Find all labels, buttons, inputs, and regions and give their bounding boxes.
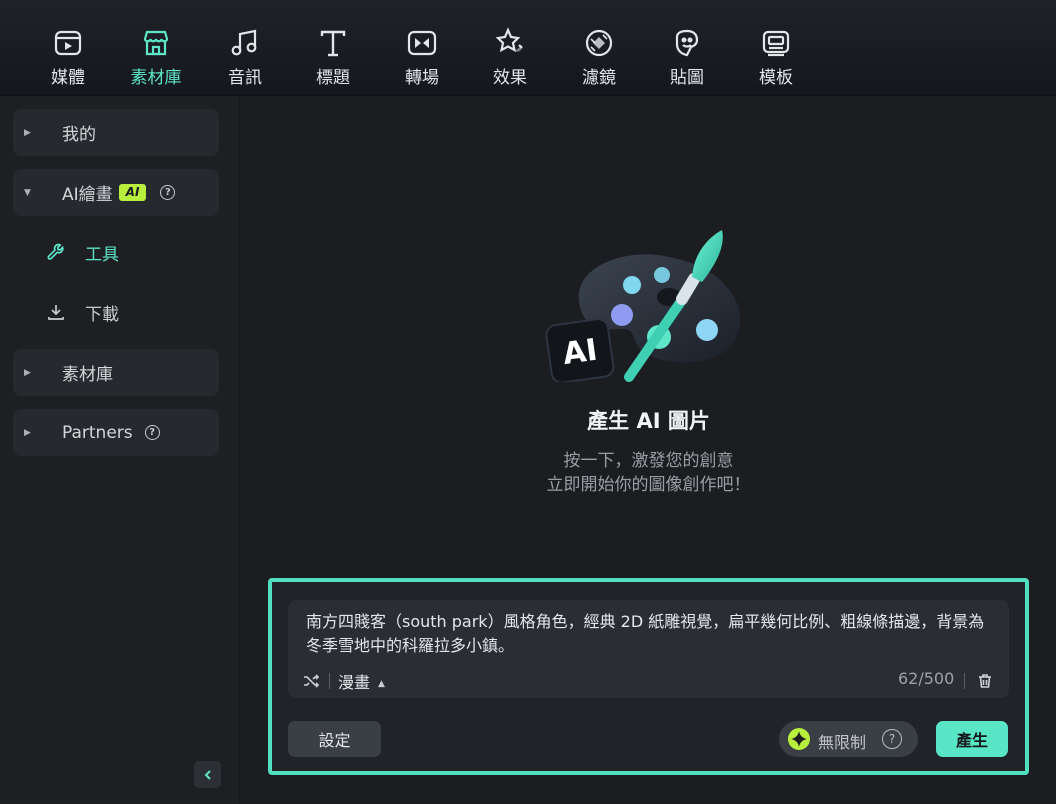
tab-templates[interactable]: 模板: [740, 26, 812, 88]
prompt-text[interactable]: 南方四賤客（south park）風格角色，經典 2D 紙雕視覺，扁平幾何比例、…: [306, 610, 996, 658]
tab-filters-label: 濾鏡: [582, 68, 616, 88]
sidebar-group-my[interactable]: ▶ 我的: [13, 109, 219, 156]
tab-library-label: 素材庫: [130, 68, 182, 88]
sidebar-group-ai-drawing[interactable]: ▼ AI繪畫 AI ?: [13, 169, 219, 216]
generate-panel: 南方四賤客（south park）風格角色，經典 2D 紙雕視覺，扁平幾何比例、…: [268, 578, 1029, 775]
tab-transitions[interactable]: 轉場: [386, 26, 458, 88]
divider: [964, 673, 965, 689]
shuffle-icon[interactable]: [302, 672, 320, 690]
char-counter: 62/500: [898, 669, 955, 688]
transition-icon: [405, 26, 439, 60]
tab-titles[interactable]: 標題: [297, 26, 369, 88]
tab-library[interactable]: 素材庫: [120, 26, 192, 88]
illustration-ai-label: AI: [561, 333, 600, 372]
top-toolbar: 媒體 素材庫 音訊 標題 轉場 效果 濾鏡 貼圖 模板: [0, 0, 1056, 96]
filter-icon: [582, 26, 616, 60]
subtitle-line-1: 按一下，激發您的創意: [563, 451, 734, 471]
help-icon[interactable]: ?: [144, 425, 160, 440]
chevron-left-icon: [204, 769, 211, 780]
sidebar-group-library[interactable]: ▶ 素材庫: [13, 349, 219, 396]
ai-palette-illustration: AI: [545, 230, 741, 382]
divider: [329, 673, 330, 689]
tab-media[interactable]: 媒體: [32, 26, 104, 88]
sidebar-item-tools[interactable]: 工具: [46, 240, 119, 265]
sidebar-item-tools-label: 工具: [85, 244, 119, 265]
generate-button[interactable]: 產生: [936, 721, 1008, 757]
expand-arrow-icon: ▶: [24, 367, 31, 378]
style-dropdown[interactable]: 漫畫 ▲: [338, 669, 385, 693]
help-icon[interactable]: ?: [160, 185, 176, 200]
collapse-arrow-icon: ▼: [24, 187, 31, 198]
tab-transitions-label: 轉場: [405, 68, 439, 88]
store-icon: [139, 26, 173, 60]
trash-icon[interactable]: [976, 672, 994, 690]
tab-effects[interactable]: 效果: [474, 26, 546, 88]
sidebar-group-library-label: 素材庫: [62, 365, 113, 385]
sidebar-group-partners[interactable]: ▶ Partners ?: [13, 409, 219, 456]
help-icon[interactable]: ?: [882, 729, 902, 749]
sidebar-group-ai-drawing-label: AI繪畫: [62, 185, 113, 205]
style-dropdown-value: 漫畫: [338, 673, 371, 692]
sticker-icon: [670, 26, 704, 60]
sidebar-group-my-label: 我的: [62, 125, 96, 145]
page-title: 產生 AI 圖片: [587, 409, 710, 433]
sidebar-group-partners-label: Partners: [62, 422, 133, 443]
ai-badge: AI: [118, 184, 147, 201]
effects-star-icon: [493, 26, 527, 60]
expand-arrow-icon: ▶: [24, 427, 31, 438]
download-icon: [48, 305, 64, 320]
sparkle-icon: [788, 728, 810, 750]
music-note-icon: [228, 26, 262, 60]
caret-up-icon: ▲: [378, 678, 385, 689]
subtitle-line-2: 立即開始你的圖像創作吧！: [546, 475, 751, 495]
unlimited-label: 無限制: [818, 733, 867, 752]
tab-stickers[interactable]: 貼圖: [651, 26, 723, 88]
template-icon: [759, 26, 793, 60]
sidebar-item-download-label: 下載: [85, 304, 119, 325]
collapse-sidebar-button[interactable]: [194, 761, 221, 788]
settings-button[interactable]: 設定: [288, 721, 381, 757]
tab-media-label: 媒體: [51, 68, 85, 88]
text-icon: [316, 26, 350, 60]
prompt-input[interactable]: 南方四賤客（south park）風格角色，經典 2D 紙雕視覺，扁平幾何比例、…: [288, 600, 1009, 698]
main-area: AI 產生 AI 圖片 按一下，激發您的創意 立即開始你的圖像創作吧！ 南方四賤…: [241, 97, 1056, 804]
unlimited-credits-button[interactable]: 無限制 ?: [779, 721, 918, 757]
tab-stickers-label: 貼圖: [670, 68, 704, 88]
tab-templates-label: 模板: [759, 68, 793, 88]
sidebar-item-download[interactable]: 下載: [46, 300, 119, 325]
tab-filters[interactable]: 濾鏡: [563, 26, 635, 88]
media-icon: [51, 26, 85, 60]
tab-audio-label: 音訊: [228, 68, 262, 88]
tab-effects-label: 效果: [493, 68, 527, 88]
expand-arrow-icon: ▶: [24, 127, 31, 138]
wrench-icon: [47, 243, 64, 260]
tab-audio[interactable]: 音訊: [209, 26, 281, 88]
sidebar: ▶ 我的 ▼ AI繪畫 AI ? 工具 下載 ▶ 素材庫 ▶ Partners …: [0, 97, 240, 804]
tab-titles-label: 標題: [316, 68, 350, 88]
